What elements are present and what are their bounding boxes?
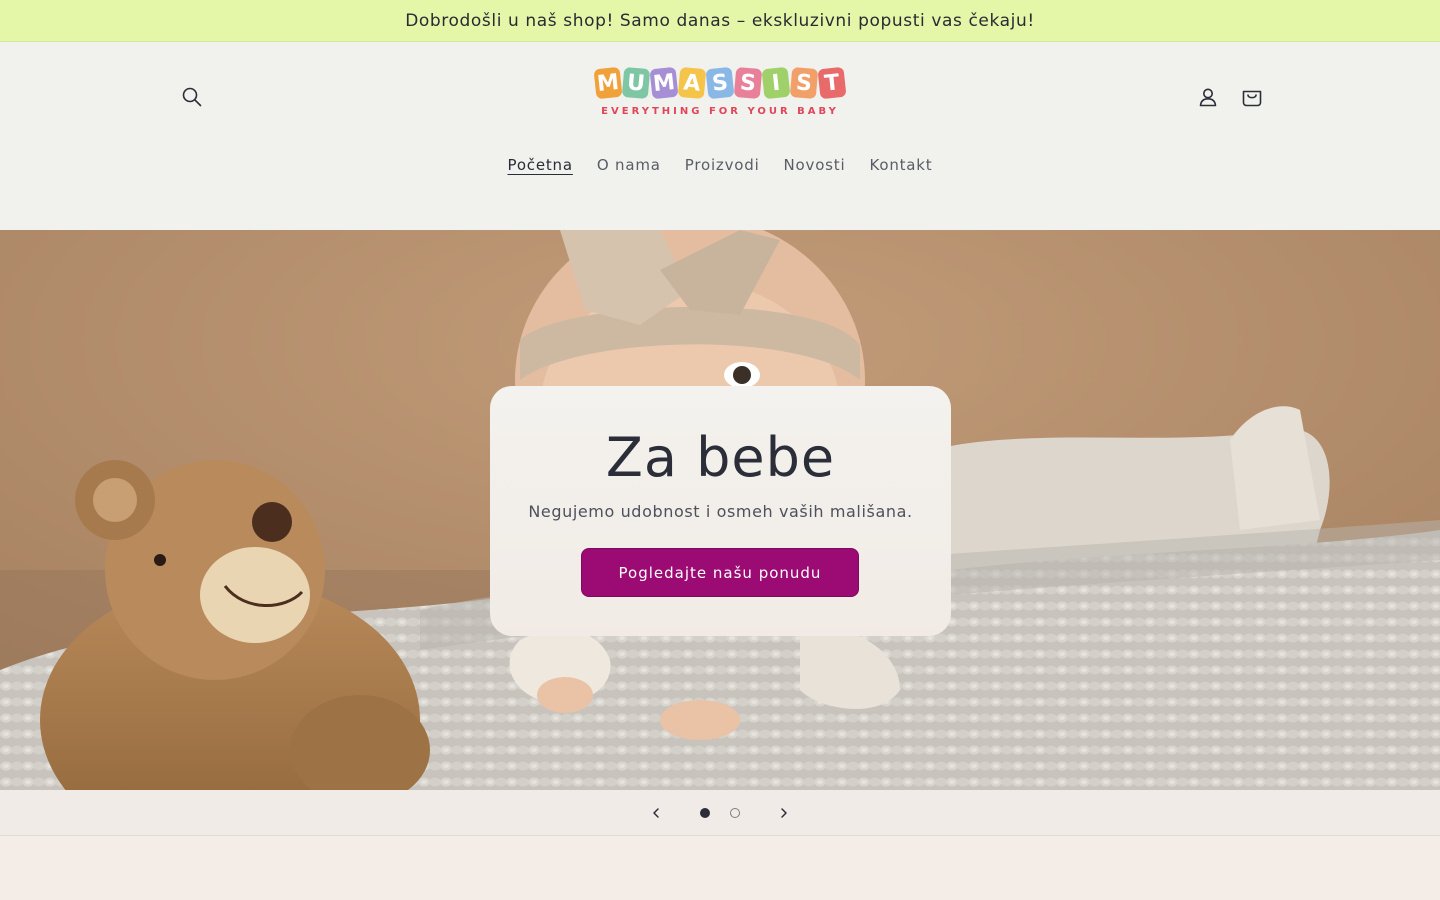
logo-letter: S	[733, 66, 763, 100]
chevron-left-icon	[653, 808, 659, 818]
main-nav: Početna O nama Proizvodi Novosti Kontakt	[0, 152, 1440, 178]
hero-title: Za bebe	[605, 426, 836, 489]
logo-letter: M	[649, 66, 679, 100]
logo-letter: M	[593, 66, 623, 100]
chevron-right-icon	[781, 808, 787, 818]
account-button[interactable]	[1188, 77, 1228, 117]
logo-letter: I	[761, 66, 791, 100]
logo-letter: S	[789, 66, 819, 100]
logo-tagline: EVERYTHING FOR YOUR BABY	[601, 106, 839, 117]
cart-button[interactable]	[1232, 77, 1272, 117]
logo-letter: S	[705, 66, 735, 100]
site-logo[interactable]: MUMASSIST EVERYTHING FOR YOUR BABY	[590, 66, 850, 128]
logo-letter: T	[817, 66, 847, 100]
hero-slideshow: Za bebe Negujemo udobnost i osmeh vaših …	[0, 230, 1440, 790]
logo-letter: U	[621, 66, 651, 100]
announcement-text: Dobrodošli u naš shop! Samo danas – eksk…	[405, 10, 1035, 31]
cart-icon	[1242, 90, 1262, 107]
search-icon	[182, 87, 202, 107]
nav-item-novosti[interactable]: Novosti	[772, 152, 858, 178]
announcement-bar: Dobrodošli u naš shop! Samo danas – eksk…	[0, 0, 1440, 42]
hero-content-card: Za bebe Negujemo udobnost i osmeh vaših …	[490, 386, 951, 636]
nav-item-o-nama[interactable]: O nama	[585, 152, 673, 178]
logo-letter: A	[677, 66, 707, 100]
nav-item-kontakt[interactable]: Kontakt	[857, 152, 944, 178]
shop-now-button[interactable]: Pogledajte našu ponudu	[582, 549, 858, 596]
site-header: MUMASSIST EVERYTHING FOR YOUR BABY Počet…	[0, 42, 1440, 230]
slider-controls	[0, 790, 1440, 836]
logo-wordmark: MUMASSIST	[590, 66, 850, 100]
nav-item-proizvodi[interactable]: Proizvodi	[673, 152, 772, 178]
next-slide-button[interactable]	[769, 798, 799, 828]
previous-slide-button[interactable]	[641, 798, 671, 828]
slide-dot-1[interactable]	[700, 808, 710, 818]
page-content-area	[0, 836, 1440, 900]
nav-item-pocetna[interactable]: Početna	[496, 152, 585, 178]
search-button[interactable]	[172, 77, 212, 117]
slide-dot-2[interactable]	[730, 808, 740, 818]
hero-subtitle: Negujemo udobnost i osmeh vaših mališana…	[528, 502, 913, 521]
user-icon	[1199, 88, 1217, 107]
